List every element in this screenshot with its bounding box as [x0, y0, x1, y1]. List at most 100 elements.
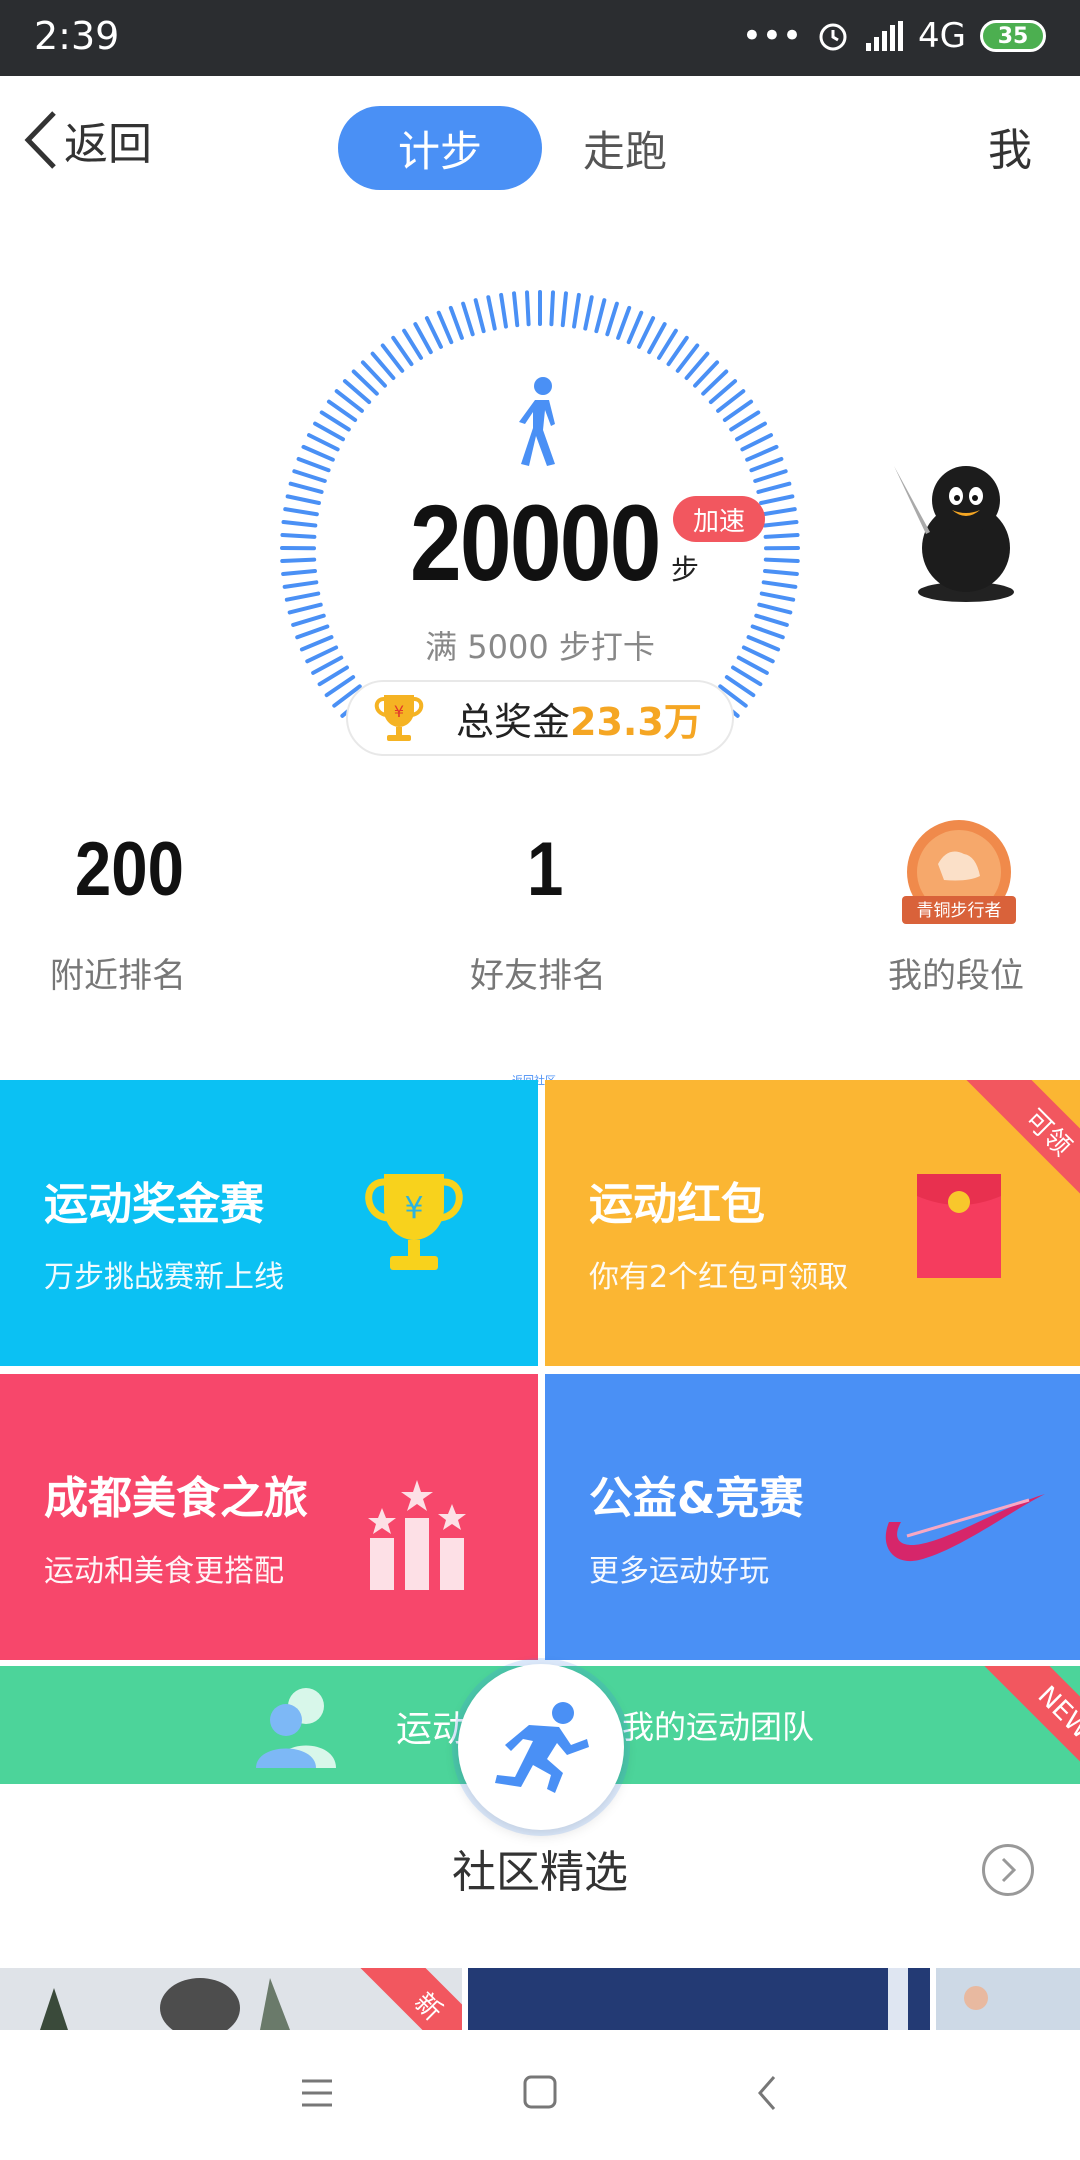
- red-packet-subtitle: 你有2个红包可领取: [589, 1260, 849, 1295]
- more-dots-icon: •••: [741, 16, 803, 56]
- bonus-race-tile[interactable]: 运动奖金赛 万步挑战赛新上线 ¥: [0, 1080, 538, 1366]
- dial-tick: [424, 316, 443, 349]
- battery-icon: 35: [980, 20, 1046, 52]
- step-count: 20000: [410, 482, 661, 603]
- step-unit: 步: [671, 553, 700, 586]
- dial-tick: [292, 469, 327, 483]
- home-icon[interactable]: [522, 2074, 558, 2110]
- dial-tick: [647, 322, 667, 355]
- chevron-right-icon: [1001, 1857, 1017, 1883]
- dial-tick: [740, 433, 774, 452]
- dial-tick: [763, 532, 800, 539]
- dial-tick: [301, 444, 335, 462]
- signal-icon: [866, 21, 904, 51]
- food-trip-subtitle: 运动和美食更搭配: [44, 1554, 284, 1589]
- menu-icon[interactable]: [300, 2078, 334, 2108]
- dial-tick: [282, 580, 319, 589]
- dial-tick: [759, 494, 795, 506]
- dial-tick: [749, 456, 784, 473]
- dial-tick: [280, 532, 317, 539]
- status-icons: ••• 4G 35: [742, 16, 1046, 56]
- food-trip-tile[interactable]: 成都美食之旅 运动和美食更搭配: [0, 1374, 538, 1660]
- charity-title: 公益&竞赛: [589, 1473, 804, 1524]
- my-rank-label[interactable]: 我的段位: [888, 948, 1024, 997]
- red-envelope-icon: [917, 1174, 1001, 1278]
- network-type: 4G: [918, 16, 966, 56]
- dial-tick: [605, 301, 619, 337]
- back-label: 返回: [64, 119, 152, 170]
- dial-tick: [486, 295, 497, 331]
- red-packet-tile[interactable]: 运动红包 你有2个红包可领取 可领: [545, 1080, 1080, 1366]
- thumb-image: [468, 1968, 930, 2030]
- dial-tick: [572, 292, 581, 329]
- dial-tick: [735, 421, 767, 442]
- community-thumb-3[interactable]: [936, 1968, 1080, 2030]
- alarm-icon: [819, 23, 847, 51]
- dial-tick: [637, 316, 656, 349]
- goal-text: 满 5000 步打卡: [425, 628, 655, 666]
- nearby-rank-label[interactable]: 附近排名: [50, 948, 186, 997]
- friend-rank-label[interactable]: 好友排名: [470, 948, 606, 997]
- charity-tile[interactable]: 公益&竞赛 更多运动好玩: [545, 1374, 1080, 1660]
- start-run-button[interactable]: [458, 1664, 624, 1830]
- users-icon: [256, 1688, 336, 1768]
- dial-tick: [560, 291, 568, 328]
- bonus-race-subtitle: 万步挑战赛新上线: [44, 1260, 284, 1295]
- dial-tick: [306, 433, 340, 452]
- community-thumbnails: 新: [0, 1968, 1080, 2030]
- dial-tick: [280, 557, 317, 564]
- total-prize-button[interactable]: ¥ 总奖金 23.3万: [346, 680, 734, 756]
- dial-tick: [753, 469, 788, 483]
- svg-text:¥: ¥: [394, 702, 404, 721]
- dial-tick: [317, 665, 349, 687]
- new-ribbon: NEW: [977, 1666, 1080, 1784]
- dial-tick: [281, 520, 318, 528]
- app-screen: 2:39 ••• 4G 35 返回 计步 走跑 我 20000 加速 步 满 5…: [0, 0, 1080, 2160]
- dial-tick: [731, 665, 763, 687]
- dial-tick: [762, 520, 799, 528]
- dial-tick: [759, 591, 796, 602]
- dial-tick: [757, 602, 793, 615]
- prize-value: 23.3万: [570, 699, 702, 744]
- chevron-left-icon: [24, 111, 56, 169]
- nearby-rank-value: 200: [74, 827, 184, 912]
- trophy-icon: ¥: [374, 695, 424, 741]
- dial-tick: [313, 421, 345, 442]
- friend-rank-value: 1: [526, 827, 564, 912]
- dial-tick: [763, 557, 800, 564]
- community-more-button[interactable]: [982, 1844, 1034, 1896]
- dial-tick: [499, 292, 508, 329]
- tab-pedometer[interactable]: 计步: [338, 106, 542, 190]
- dial-tick: [583, 295, 594, 331]
- community-thumb-1[interactable]: 新: [0, 1968, 462, 2030]
- boost-button[interactable]: 加速: [673, 496, 765, 542]
- header: 返回 计步 走跑 我: [0, 76, 1080, 216]
- dial-tick: [756, 481, 792, 494]
- trophy-icon: ¥: [365, 1174, 463, 1270]
- dial-tick: [283, 507, 319, 517]
- dial-tick: [287, 602, 323, 615]
- tab-running[interactable]: 走跑: [542, 106, 708, 190]
- battery-level: 35: [997, 23, 1029, 49]
- svg-text:¥: ¥: [404, 1191, 423, 1226]
- dial-tick: [626, 310, 644, 345]
- red-packet-title: 运动红包: [589, 1179, 765, 1230]
- mode-tabs: 计步 走跑: [338, 106, 708, 190]
- prize-label: 总奖金: [456, 699, 571, 744]
- dial-tick: [524, 290, 531, 327]
- team-banner-text-right: 我的运动团队: [622, 1708, 815, 1746]
- rank-badge-text: 青铜步行者: [917, 901, 1002, 921]
- dial-tick: [745, 444, 779, 462]
- dial-tick: [413, 322, 433, 355]
- community-thumb-2[interactable]: [468, 1968, 930, 2030]
- community-title: 社区精选: [452, 1847, 628, 1898]
- status-bar: 2:39 ••• 4G 35: [0, 0, 1080, 76]
- rank-badge-icon[interactable]: 青铜步行者: [898, 816, 1020, 940]
- dial-tick: [288, 481, 324, 494]
- me-button[interactable]: 我: [988, 114, 1032, 178]
- bonus-race-title: 运动奖金赛: [44, 1179, 264, 1230]
- back-nav-icon[interactable]: [756, 2074, 778, 2112]
- back-button[interactable]: 返回: [22, 108, 152, 172]
- penguin-mascot-icon[interactable]: [886, 456, 1026, 606]
- dial-tick: [594, 298, 607, 334]
